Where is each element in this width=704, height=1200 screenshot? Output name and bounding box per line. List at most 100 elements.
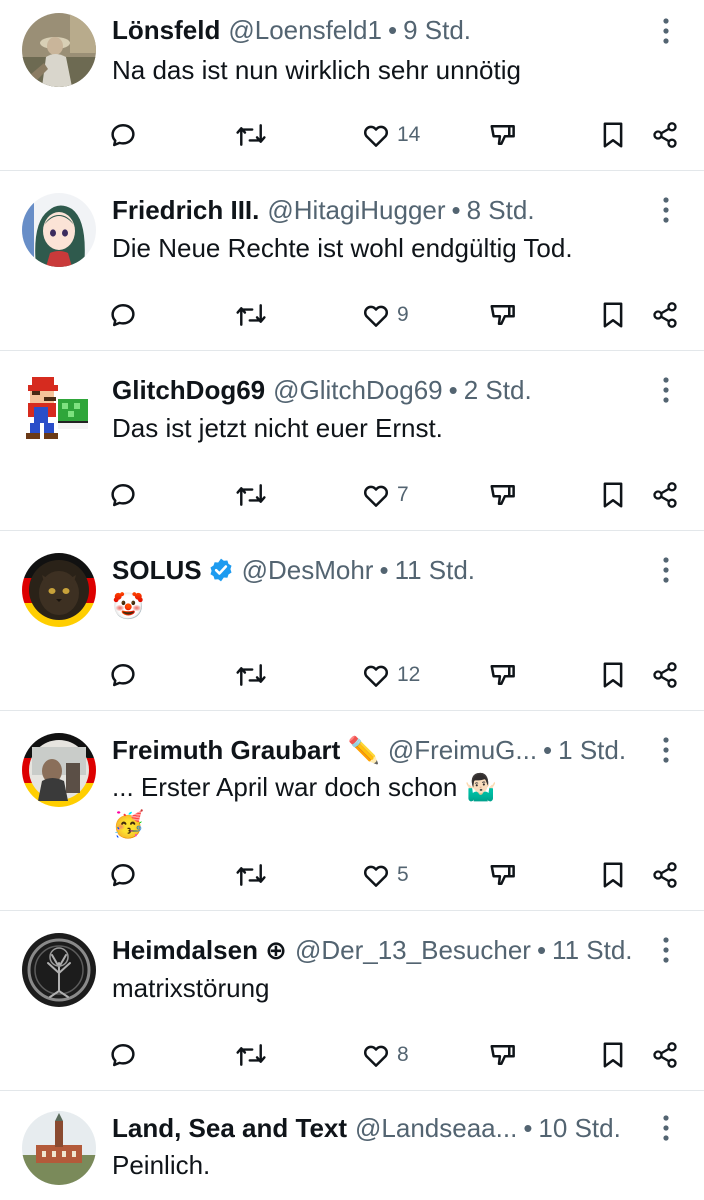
timestamp[interactable]: 8 Std. (467, 195, 535, 226)
bookmark-button[interactable] (600, 297, 626, 333)
reply-text: matrixstörung (112, 973, 270, 1003)
share-icon (653, 862, 677, 888)
user-handle[interactable]: @GlitchDog69 (273, 375, 442, 406)
bookmark-button[interactable] (600, 1037, 626, 1073)
display-name[interactable]: SOLUS (112, 555, 202, 586)
reply-header: Land, Sea and Text @Landseaa... • 10 Std… (112, 1110, 646, 1146)
retweet-button[interactable] (234, 477, 268, 513)
user-handle[interactable]: @Landseaa... (355, 1113, 517, 1144)
timestamp[interactable]: 10 Std. (538, 1113, 620, 1144)
share-icon (653, 662, 677, 688)
reply-item[interactable]: Lönsfeld @Loensfeld1 • 9 Std. Na das ist… (0, 0, 704, 171)
display-name[interactable]: GlitchDog69 (112, 375, 265, 406)
avatar[interactable] (22, 933, 96, 1007)
action-bar: 8 (0, 1037, 704, 1073)
display-name[interactable]: Land, Sea and Text (112, 1113, 347, 1144)
bookmark-button[interactable] (600, 117, 626, 153)
reply-button[interactable] (108, 857, 138, 893)
share-button[interactable] (651, 297, 679, 333)
reply-button[interactable] (108, 657, 138, 693)
reply-button[interactable] (108, 1037, 138, 1073)
bookmark-button[interactable] (600, 657, 626, 693)
more-icon[interactable] (654, 16, 678, 46)
retweet-button[interactable] (234, 857, 268, 893)
reply-icon (111, 664, 135, 687)
display-name[interactable]: Friedrich III. (112, 195, 259, 226)
avatar[interactable] (22, 373, 96, 447)
retweet-button[interactable] (234, 297, 268, 333)
separator-dot: • (543, 734, 553, 765)
more-icon[interactable] (654, 1113, 678, 1143)
retweet-button[interactable] (234, 657, 268, 693)
reply-button[interactable] (108, 297, 138, 333)
separator-dot: • (523, 1112, 533, 1143)
retweet-button[interactable] (234, 117, 268, 153)
timestamp[interactable]: 11 Std. (552, 935, 632, 966)
avatar[interactable] (22, 553, 96, 627)
dislike-button[interactable] (488, 477, 518, 513)
heart-icon (363, 665, 389, 687)
like-button[interactable]: 8 (361, 1037, 409, 1073)
like-button[interactable]: 9 (361, 297, 409, 333)
avatar[interactable] (22, 13, 96, 87)
user-handle[interactable]: @HitagiHugger (267, 195, 445, 226)
reply-item[interactable]: SOLUS @DesMohr • 11 Std. 🤡 12 (0, 531, 704, 711)
bookmark-button[interactable] (600, 477, 626, 513)
timestamp[interactable]: 9 Std. (403, 15, 471, 46)
reply-button[interactable] (108, 117, 138, 153)
like-button[interactable]: 14 (361, 117, 420, 153)
timestamp[interactable]: 1 Std. (558, 735, 626, 766)
display-name[interactable]: Freimuth Graubart ✏️ (112, 735, 380, 766)
bookmark-button[interactable] (600, 857, 626, 893)
dislike-icon (490, 1045, 515, 1065)
timestamp[interactable]: 11 Std. (395, 555, 475, 586)
dislike-button[interactable] (488, 857, 518, 893)
action-bar: 12 (0, 657, 704, 693)
dislike-button[interactable] (488, 297, 518, 333)
reply-text: Die Neue Rechte ist wohl endgültig Tod. (112, 233, 573, 263)
action-bar: 5 (0, 857, 704, 893)
avatar[interactable] (22, 1111, 96, 1185)
reply-icon (111, 864, 135, 887)
reply-item[interactable]: Land, Sea and Text @Landseaa... • 10 Std… (0, 1091, 704, 1200)
display-name[interactable]: Lönsfeld (112, 15, 220, 46)
share-button[interactable] (651, 657, 679, 693)
reply-text: Das ist jetzt nicht euer Ernst. (112, 413, 443, 443)
like-button[interactable]: 12 (361, 657, 420, 693)
avatar[interactable] (22, 193, 96, 267)
user-handle[interactable]: @FreimuG... (388, 735, 537, 766)
share-button[interactable] (651, 857, 679, 893)
dislike-button[interactable] (488, 1037, 518, 1073)
retweet-button[interactable] (234, 1037, 268, 1073)
reply-button[interactable] (108, 477, 138, 513)
share-button[interactable] (651, 1037, 679, 1073)
reply-header: GlitchDog69 @GlitchDog69 • 2 Std. (112, 372, 646, 408)
display-name[interactable]: Heimdalsen ⊕ (112, 935, 287, 966)
reply-item[interactable]: Friedrich III. @HitagiHugger • 8 Std. Di… (0, 171, 704, 351)
reply-header: Heimdalsen ⊕ @Der_13_Besucher • 11 Std. (112, 932, 646, 968)
more-icon[interactable] (654, 195, 678, 225)
avatar[interactable] (22, 733, 96, 807)
user-handle[interactable]: @DesMohr (242, 555, 374, 586)
reply-item[interactable]: Freimuth Graubart ✏️ @FreimuG... • 1 Std… (0, 711, 704, 911)
action-bar: 9 (0, 297, 704, 333)
like-count: 14 (397, 123, 421, 146)
like-button[interactable]: 7 (361, 477, 409, 513)
dislike-button[interactable] (488, 117, 518, 153)
more-icon[interactable] (654, 375, 678, 405)
timestamp[interactable]: 2 Std. (464, 375, 532, 406)
dislike-button[interactable] (488, 657, 518, 693)
share-button[interactable] (651, 117, 679, 153)
user-handle[interactable]: @Der_13_Besucher (295, 935, 531, 966)
reply-item[interactable]: Heimdalsen ⊕ @Der_13_Besucher • 11 Std. … (0, 911, 704, 1091)
action-bar: 7 (0, 477, 704, 513)
more-icon[interactable] (654, 555, 678, 585)
user-handle[interactable]: @Loensfeld1 (228, 15, 382, 46)
share-icon (653, 1042, 677, 1068)
share-button[interactable] (651, 477, 679, 513)
like-button[interactable]: 5 (361, 857, 409, 893)
more-icon[interactable] (654, 735, 678, 765)
more-icon[interactable] (654, 935, 678, 965)
dislike-icon (490, 665, 515, 685)
reply-item[interactable]: GlitchDog69 @GlitchDog69 • 2 Std. Das is… (0, 351, 704, 531)
